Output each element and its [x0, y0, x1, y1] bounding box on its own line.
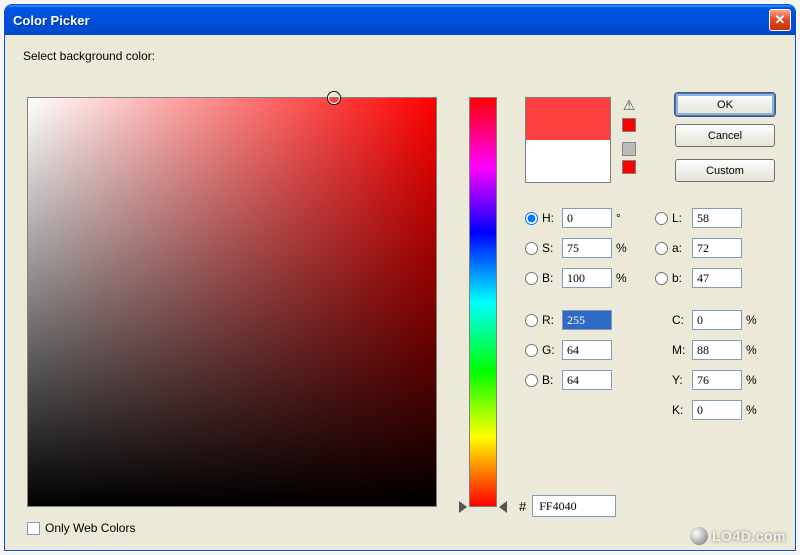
cancel-button[interactable]: Cancel: [675, 124, 775, 147]
watermark: LO4D.com: [690, 527, 786, 545]
unit-m: %: [746, 343, 760, 357]
unit-b-hsb: %: [616, 271, 630, 285]
unit-y: %: [746, 373, 760, 387]
radio-g[interactable]: [525, 344, 538, 357]
input-b-lab[interactable]: [692, 268, 742, 288]
radio-r[interactable]: [525, 314, 538, 327]
custom-button[interactable]: Custom: [675, 159, 775, 182]
unit-k: %: [746, 403, 760, 417]
hue-slider[interactable]: [469, 97, 497, 507]
input-r[interactable]: [562, 310, 612, 330]
websafe-swatch[interactable]: [622, 160, 636, 174]
label-l: L:: [672, 211, 692, 225]
unit-c: %: [746, 313, 760, 327]
button-column: OK Cancel Custom: [675, 93, 775, 182]
label-r: R:: [542, 313, 562, 327]
input-l[interactable]: [692, 208, 742, 228]
ok-button[interactable]: OK: [675, 93, 775, 116]
only-web-colors-label: Only Web Colors: [45, 521, 135, 535]
label-h: H:: [542, 211, 562, 225]
gamut-corrected-swatch[interactable]: [622, 118, 636, 132]
input-c[interactable]: [692, 310, 742, 330]
label-a: a:: [672, 241, 692, 255]
websafe-cube-icon[interactable]: [622, 142, 636, 156]
input-y[interactable]: [692, 370, 742, 390]
label-b-hsb: B:: [542, 271, 562, 285]
instruction-label: Select background color:: [23, 49, 777, 63]
label-m: M:: [672, 343, 692, 357]
radio-b-lab[interactable]: [655, 272, 668, 285]
input-b-rgb[interactable]: [562, 370, 612, 390]
preview-new-swatch: [526, 98, 610, 140]
close-button[interactable]: ✕: [769, 9, 791, 31]
preview-old-swatch[interactable]: [526, 140, 610, 182]
only-web-colors-checkbox[interactable]: [27, 522, 40, 535]
titlebar[interactable]: Color Picker ✕: [5, 5, 795, 35]
label-b-lab: b:: [672, 271, 692, 285]
hue-arrow-right-icon: [499, 501, 507, 513]
label-k: K:: [672, 403, 692, 417]
radio-h[interactable]: [525, 212, 538, 225]
globe-icon: [690, 527, 708, 545]
warning-icon[interactable]: ⚠: [623, 97, 636, 114]
dialog-body: Select background color: ⚠ OK Cancel Cus…: [5, 35, 795, 550]
label-y: Y:: [672, 373, 692, 387]
radio-b-hsb[interactable]: [525, 272, 538, 285]
input-hex[interactable]: [532, 495, 616, 517]
watermark-text: LO4D.com: [712, 528, 786, 544]
label-c: C:: [672, 313, 692, 327]
input-a[interactable]: [692, 238, 742, 258]
radio-b-rgb[interactable]: [525, 374, 538, 387]
close-icon: ✕: [775, 12, 786, 28]
field-cursor-icon: [328, 92, 340, 104]
label-s: S:: [542, 241, 562, 255]
color-preview: [525, 97, 611, 183]
radio-l[interactable]: [655, 212, 668, 225]
hue-arrow-left-icon: [459, 501, 467, 513]
color-picker-dialog: Color Picker ✕ Select background color: …: [4, 4, 796, 551]
window-title: Color Picker: [13, 13, 769, 28]
gamut-warning-column: ⚠: [619, 97, 639, 174]
unit-h: °: [616, 211, 630, 225]
hue-column: [457, 97, 509, 507]
input-h[interactable]: [562, 208, 612, 228]
radio-s[interactable]: [525, 242, 538, 255]
only-web-colors-row: Only Web Colors: [27, 521, 135, 535]
label-g: G:: [542, 343, 562, 357]
unit-s: %: [616, 241, 630, 255]
input-k[interactable]: [692, 400, 742, 420]
input-s[interactable]: [562, 238, 612, 258]
radio-a[interactable]: [655, 242, 668, 255]
input-b-hsb[interactable]: [562, 268, 612, 288]
label-b-rgb: B:: [542, 373, 562, 387]
color-field[interactable]: [27, 97, 437, 507]
hex-label: #: [519, 499, 526, 514]
input-m[interactable]: [692, 340, 742, 360]
input-g[interactable]: [562, 340, 612, 360]
hex-row: #: [519, 495, 616, 517]
color-fields: H: ° L: S: % a:: [525, 203, 785, 425]
